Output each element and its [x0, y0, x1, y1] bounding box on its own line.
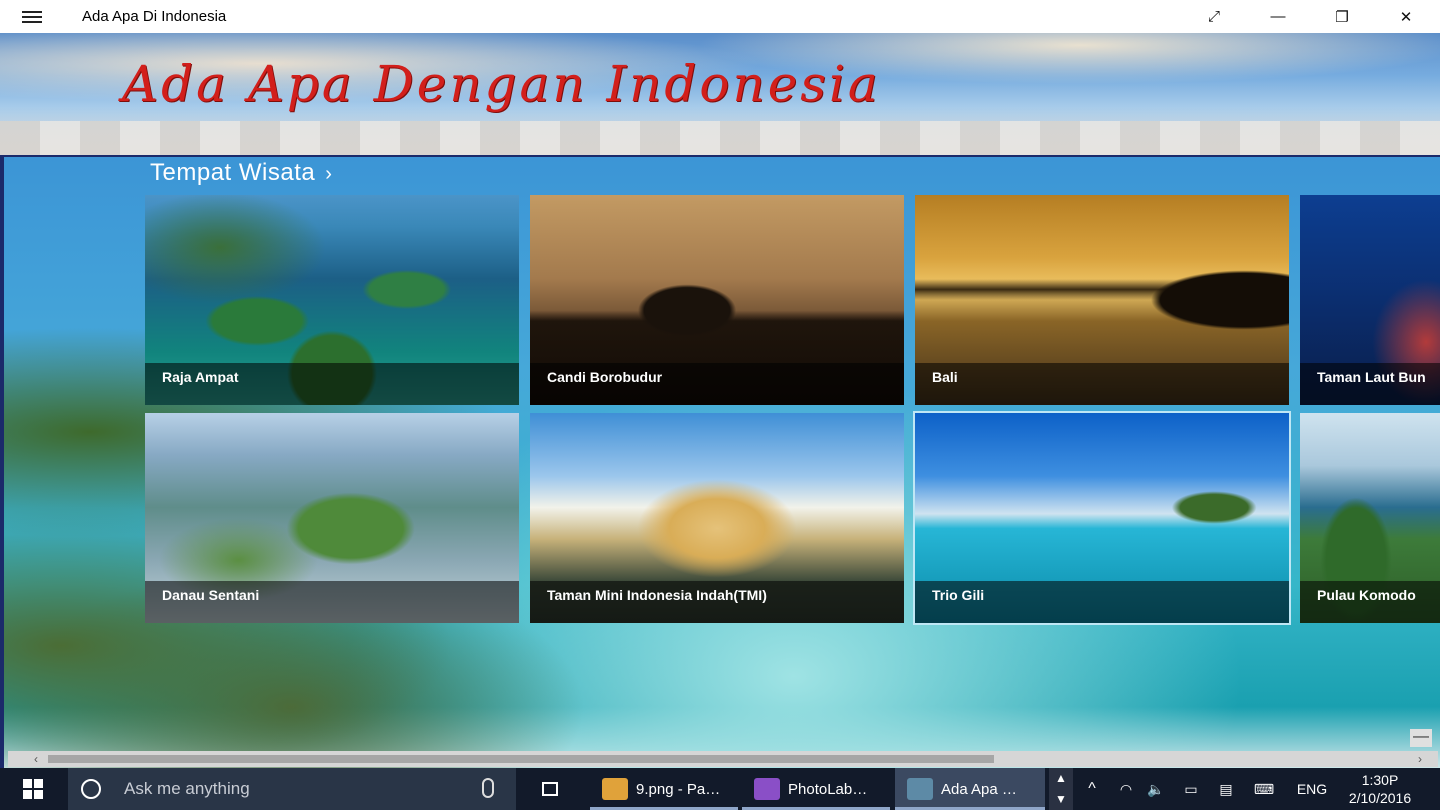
tile-label: Danau Sentani [162, 587, 260, 603]
app-banner: Ada Apa Dengan Indonesia [0, 33, 1440, 155]
banner-title: Ada Apa Dengan Indonesia [122, 55, 881, 113]
tile-label: Taman Mini Indonesia Indah(TMI) [547, 587, 767, 603]
tile-caption: Raja Ampat [145, 363, 519, 405]
taskbar-item-visual-studio[interactable]: PhotoLab… [742, 768, 890, 810]
tile-caption: Taman Mini Indonesia Indah(TMI) [530, 581, 904, 623]
tile-label: Pulau Komodo [1317, 587, 1416, 603]
tile-pulau-komodo[interactable]: Pulau Komodo [1300, 413, 1440, 623]
restore-button[interactable]: ❐ [1310, 0, 1374, 33]
task-view-icon [542, 782, 558, 796]
app-icon [907, 778, 933, 800]
section-header-tempat-wisata[interactable]: Tempat Wisata › [150, 159, 332, 187]
clock-time: 1:30P [1361, 772, 1399, 788]
tile-caption: Pulau Komodo [1300, 581, 1440, 623]
section-title: Tempat Wisata [150, 159, 316, 186]
tile-bali[interactable]: Bali [915, 195, 1289, 405]
tile-caption: Taman Laut Bun [1300, 363, 1440, 405]
horizontal-scrollbar[interactable]: ‹ › [8, 751, 1438, 767]
task-label: PhotoLab… [788, 780, 868, 798]
tile-label: Bali [932, 369, 958, 385]
microphone-icon[interactable] [482, 778, 494, 798]
main-content: Tempat Wisata › Raja Ampat Candi Borobudu… [0, 155, 1440, 768]
search-input[interactable]: Ask me anything [124, 779, 250, 799]
visual-studio-icon [754, 778, 780, 800]
tile-candi-borobudur[interactable]: Candi Borobudur [530, 195, 904, 405]
tile-raja-ampat[interactable]: Raja Ampat [145, 195, 519, 405]
scrollbar-thumb[interactable] [48, 755, 994, 763]
tile-trio-gili[interactable]: Trio Gili [913, 411, 1291, 625]
task-label: 9.png - Pa… [636, 780, 721, 798]
start-button[interactable] [0, 768, 66, 810]
wifi-icon[interactable]: ◠ [1112, 768, 1140, 810]
tile-caption: Trio Gili [915, 581, 1289, 623]
search-box[interactable]: Ask me anything [68, 768, 516, 810]
scroll-left-arrow-icon[interactable]: ‹ [28, 751, 44, 767]
tile-caption: Candi Borobudur [530, 363, 904, 405]
tile-taman-laut-bunaken[interactable]: Taman Laut Bun [1300, 195, 1440, 405]
show-hidden-icons-button[interactable]: ^ [1078, 768, 1106, 810]
window-title: Ada Apa Di Indonesia [82, 8, 227, 25]
tile-label: Candi Borobudur [547, 369, 663, 385]
clock[interactable]: 1:30P 2/10/2016 [1340, 771, 1420, 807]
title-bar: Ada Apa Di Indonesia ⤢ — ❐ ✕ [0, 0, 1440, 33]
close-button[interactable]: ✕ [1374, 0, 1438, 33]
tile-danau-sentani[interactable]: Danau Sentani [145, 413, 519, 623]
clock-date: 2/10/2016 [1348, 790, 1412, 806]
cortana-icon [81, 779, 101, 799]
taskbar: Ask me anything 9.png - Pa… PhotoLab… Ad… [0, 768, 1440, 810]
tile-taman-mini[interactable]: Taman Mini Indonesia Indah(TMI) [530, 413, 904, 623]
battery-icon[interactable]: ▭ [1176, 768, 1206, 810]
minimize-button[interactable]: — [1246, 0, 1310, 33]
hamburger-menu-icon[interactable] [20, 8, 44, 26]
language-indicator[interactable]: ENG [1290, 768, 1334, 810]
task-view-button[interactable] [532, 780, 568, 798]
action-center-icon[interactable]: ▤ [1212, 768, 1240, 810]
chevron-right-icon: › [325, 163, 333, 185]
task-label: Ada Apa … [941, 780, 1017, 798]
paint-icon [602, 778, 628, 800]
tile-caption: Danau Sentani [145, 581, 519, 623]
tile-label: Trio Gili [932, 587, 985, 603]
volume-icon[interactable]: 🔈 [1142, 768, 1170, 810]
tile-label: Taman Laut Bun [1317, 369, 1426, 385]
fullscreen-button[interactable]: ⤢ [1182, 0, 1246, 33]
taskbar-item-paint[interactable]: 9.png - Pa… [590, 768, 738, 810]
keyboard-icon[interactable]: ⌨ [1246, 768, 1282, 810]
scroll-minimize-button[interactable]: — [1410, 729, 1432, 747]
taskbar-item-ada-apa[interactable]: Ada Apa … [895, 768, 1045, 810]
tile-label: Raja Ampat [162, 369, 239, 385]
windows-logo-icon [23, 779, 43, 799]
tile-caption: Bali [915, 363, 1289, 405]
scroll-right-arrow-icon[interactable]: › [1412, 751, 1428, 767]
taskbar-scroll-buttons[interactable]: ▲ ▼ [1049, 768, 1073, 810]
